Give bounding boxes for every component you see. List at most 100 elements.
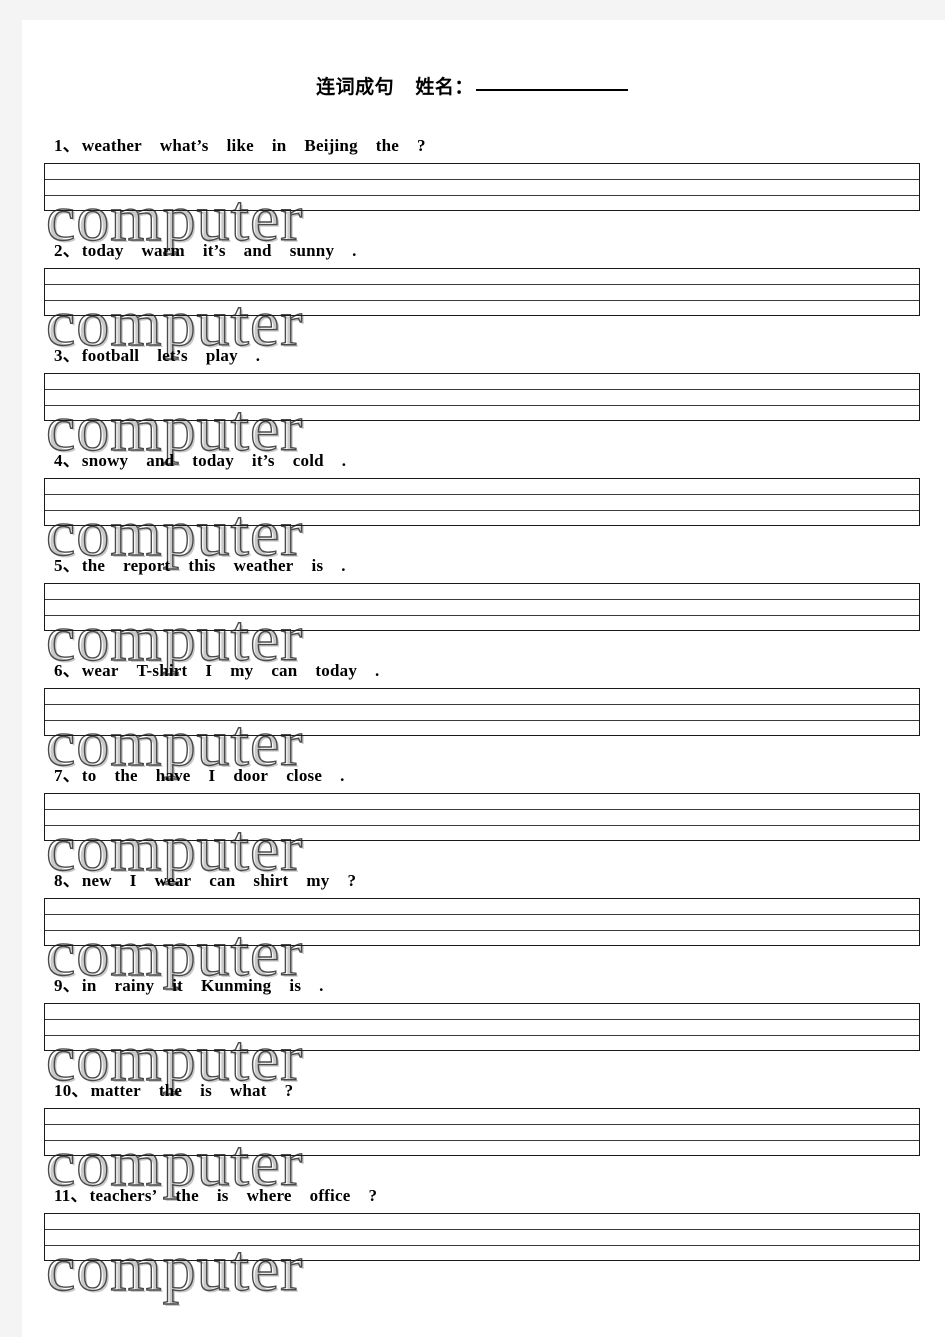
question-word: Beijing	[304, 136, 358, 155]
question-word: to	[81, 766, 97, 785]
question-number: 4、	[54, 451, 80, 470]
question-word: .	[319, 976, 324, 995]
answer-rule	[45, 930, 919, 931]
question-word: is	[311, 556, 324, 575]
answer-rule	[45, 510, 919, 511]
question-item: computer 3、 football let’s play.	[22, 334, 945, 462]
answer-rule	[45, 1019, 919, 1020]
answer-box[interactable]	[44, 478, 920, 526]
question-word: .	[341, 556, 346, 575]
answer-box[interactable]	[44, 583, 920, 631]
answer-box[interactable]	[44, 793, 920, 841]
question-word: teachers’	[89, 1186, 158, 1205]
question-item: computer 7、 to the have Idoor close.	[22, 754, 945, 882]
question-word: is	[289, 976, 302, 995]
question-word: .	[352, 241, 357, 260]
question-word: .	[340, 766, 345, 785]
answer-rule	[45, 809, 919, 810]
question-prompt: 2、 today warm it’s and sunny.	[54, 236, 363, 261]
question-words: weather what’s like in Beijing the?	[82, 136, 432, 155]
question-word: today	[315, 661, 358, 680]
question-word: wear	[154, 871, 192, 890]
answer-rule	[45, 179, 919, 180]
question-number: 8、	[54, 871, 80, 890]
question-word: like	[226, 136, 254, 155]
answer-rule	[45, 704, 919, 705]
question-words: the report this weather is.	[82, 556, 352, 575]
answer-rule	[45, 405, 919, 406]
answer-rule	[45, 599, 919, 600]
question-word: warm	[141, 241, 185, 260]
student-name-blank[interactable]	[475, 89, 628, 91]
question-word: play	[205, 346, 238, 365]
question-word: the	[175, 1186, 199, 1205]
answer-rule	[45, 494, 919, 495]
question-words: today warm it’s and sunny.	[82, 241, 363, 260]
question-prompt: 4、 snowy and today it’s cold.	[54, 446, 352, 471]
question-word: have	[155, 766, 191, 785]
question-word: can	[209, 871, 236, 890]
worksheet-page: 连词成句 姓名： computer 1、 weather what’s like in Be…	[22, 20, 945, 1337]
question-word: the	[375, 136, 400, 155]
question-word: ?	[347, 871, 357, 890]
answer-box[interactable]	[44, 373, 920, 421]
question-word: the	[114, 766, 138, 785]
answer-box[interactable]	[44, 688, 920, 736]
question-word: football	[81, 346, 140, 365]
question-item: computer 5、 the report this weather is.	[22, 544, 945, 672]
question-word: today	[81, 241, 124, 260]
question-word: shirt	[253, 871, 289, 890]
answer-box[interactable]	[44, 1213, 920, 1261]
question-word: this	[188, 556, 216, 575]
question-word: ?	[417, 136, 426, 155]
question-number: 11、	[54, 1186, 88, 1205]
question-word: is	[216, 1186, 229, 1205]
question-word: today	[192, 451, 234, 470]
question-word: rainy	[114, 976, 155, 995]
question-word: it	[172, 976, 184, 995]
question-word: office	[309, 1186, 351, 1205]
question-word: what	[229, 1081, 267, 1100]
page-title: 连词成句 姓名：	[22, 72, 922, 99]
question-word: snowy	[81, 451, 129, 470]
answer-box[interactable]	[44, 163, 920, 211]
question-word: sunny	[289, 241, 335, 260]
question-words: to the have Idoor close.	[82, 766, 351, 785]
question-prompt: 9、 in rainy it Kunming is.	[54, 971, 330, 996]
answer-rule	[45, 615, 919, 616]
question-word: ?	[284, 1081, 294, 1100]
answer-box[interactable]	[44, 1003, 920, 1051]
worksheet-title: 连词成句	[316, 77, 395, 98]
question-words: in rainy it Kunming is.	[82, 976, 330, 995]
question-word: .	[341, 451, 347, 470]
question-word: .	[255, 346, 261, 365]
question-word: Kunming	[201, 976, 272, 995]
question-item: computer 8、 new Iwear can shirt my?	[22, 859, 945, 987]
question-number: 2、	[54, 241, 80, 260]
answer-rule	[45, 1035, 919, 1036]
question-item: computer 10、 matter the is what?	[22, 1069, 945, 1197]
question-number: 5、	[54, 556, 80, 575]
answer-rule	[45, 720, 919, 721]
answer-box[interactable]	[44, 1108, 920, 1156]
question-word: the	[81, 556, 106, 575]
answer-rule	[45, 914, 919, 915]
question-word: matter	[90, 1081, 141, 1100]
question-word: new	[81, 871, 112, 890]
question-word: door	[233, 766, 269, 785]
question-word: let’s	[157, 346, 188, 365]
answer-box[interactable]	[44, 898, 920, 946]
question-word: wear	[81, 661, 119, 680]
question-number: 1、	[54, 136, 80, 155]
question-words: snowy and today it’s cold.	[82, 451, 352, 470]
question-prompt: 8、 new Iwear can shirt my?	[54, 866, 362, 891]
question-word: and	[243, 241, 272, 260]
answer-rule	[45, 825, 919, 826]
question-prompt: 1、 weather what’s like in Beijing the?	[54, 131, 432, 156]
question-word: I	[129, 871, 137, 890]
question-word: in	[81, 976, 97, 995]
answer-box[interactable]	[44, 268, 920, 316]
question-item: computer 1、 weather what’s like in Beijing the?	[22, 124, 945, 252]
answer-rule	[45, 300, 919, 301]
answer-rule	[45, 1245, 919, 1246]
